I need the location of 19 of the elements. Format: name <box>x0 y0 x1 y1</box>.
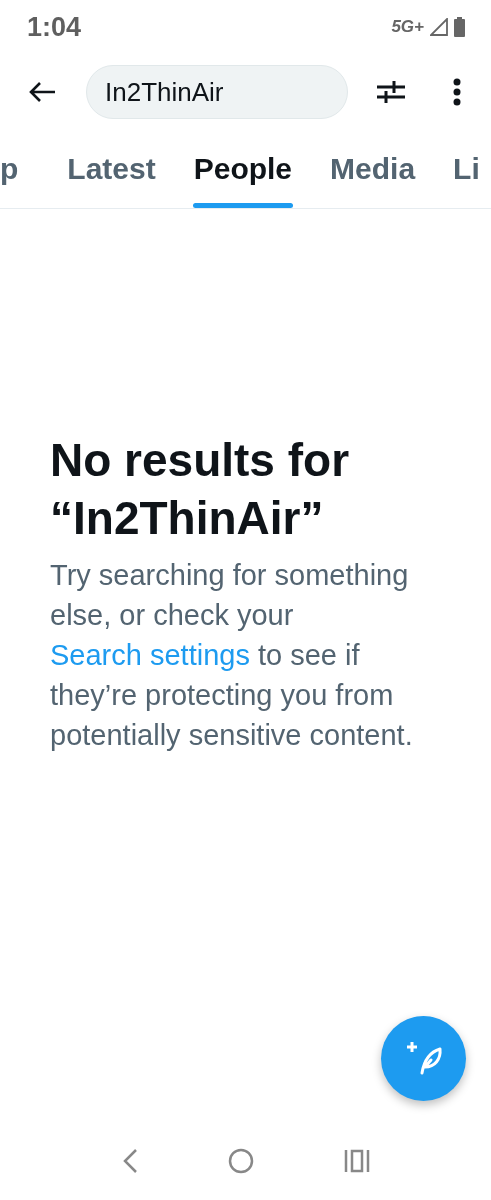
recents-button[interactable] <box>343 1149 370 1173</box>
nav-back-button[interactable] <box>121 1148 138 1174</box>
home-button[interactable] <box>227 1148 254 1174</box>
search-field[interactable]: In2ThinAir <box>86 65 348 119</box>
compose-button[interactable] <box>381 1016 466 1101</box>
empty-state-title: No results for “In2ThinAir” <box>50 433 351 546</box>
tab[interactable]: p <box>0 130 49 208</box>
more-button[interactable] <box>453 78 461 106</box>
network-type: 5G+ <box>391 17 424 37</box>
tab[interactable]: People <box>174 130 312 208</box>
status-time: 1:04 <box>27 11 82 43</box>
battery-icon <box>454 17 465 37</box>
tab[interactable]: Li <box>434 130 491 208</box>
tab[interactable]: Latest <box>48 130 175 208</box>
filter-button[interactable] <box>376 79 406 105</box>
tab[interactable]: Media <box>311 130 435 208</box>
back-button[interactable] <box>28 81 56 103</box>
signal-icon <box>430 18 448 36</box>
empty-state-message: Try searching for something else, or check your Search settings to see if they’re protecting you from potentially sensitive content. <box>50 558 414 753</box>
